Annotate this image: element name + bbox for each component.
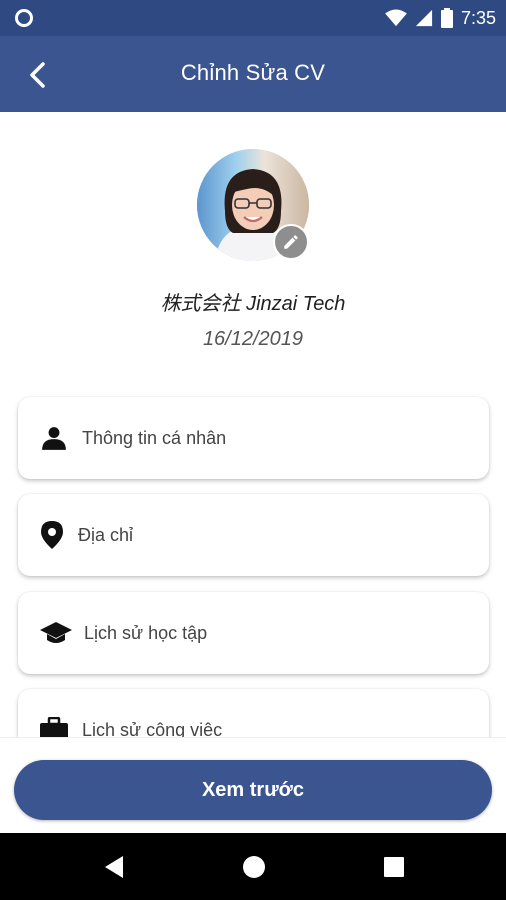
section-education[interactable]: Lịch sử học tập: [18, 592, 489, 674]
section-address[interactable]: Địa chỉ: [18, 494, 489, 576]
graduation-cap-icon: [40, 619, 72, 647]
company-name: 株式会社 Jinzai Tech: [160, 293, 346, 315]
signal-icon: [415, 9, 433, 27]
battery-icon: [440, 8, 453, 28]
nav-home-button[interactable]: [240, 853, 268, 881]
nav-back-button[interactable]: [100, 853, 128, 881]
section-label: Địa chỉ: [78, 524, 134, 545]
edit-avatar-button[interactable]: [273, 224, 309, 260]
preview-button[interactable]: Xem trước: [14, 760, 492, 820]
cv-content[interactable]: 株式会社 Jinzai Tech 16/12/2019 Thông tin cá…: [0, 112, 506, 737]
nav-recents-button[interactable]: [380, 853, 408, 881]
avatar-container: [197, 149, 309, 261]
status-bar: 7:35: [0, 0, 506, 36]
section-label: Lịch sử học tập: [84, 622, 208, 643]
status-indicators: 7:35: [385, 5, 496, 31]
section-label: Thông tin cá nhân: [82, 427, 227, 448]
wifi-icon: [385, 9, 407, 27]
briefcase-icon: [40, 716, 68, 737]
page-title: Chỉnh Sửa CV: [180, 60, 326, 85]
pencil-icon: [284, 235, 298, 249]
square-recents-icon: [384, 857, 404, 877]
section-label: Lịch sử công việc: [82, 719, 223, 738]
section-work-history[interactable]: Lịch sử công việc: [18, 689, 489, 737]
cv-date: 16/12/2019: [202, 328, 304, 350]
status-time: 7:35: [460, 7, 496, 28]
notification-circle-icon: [15, 9, 33, 27]
section-personal-info[interactable]: Thông tin cá nhân: [18, 397, 489, 479]
system-nav-bar: [0, 833, 506, 900]
circle-home-icon: [243, 856, 265, 878]
bottom-action-area: Xem trước: [0, 737, 506, 834]
app-bar: Chỉnh Sửa CV: [0, 36, 506, 112]
location-pin-icon: [38, 521, 66, 549]
triangle-back-icon: [105, 856, 123, 878]
person-icon: [40, 424, 68, 452]
